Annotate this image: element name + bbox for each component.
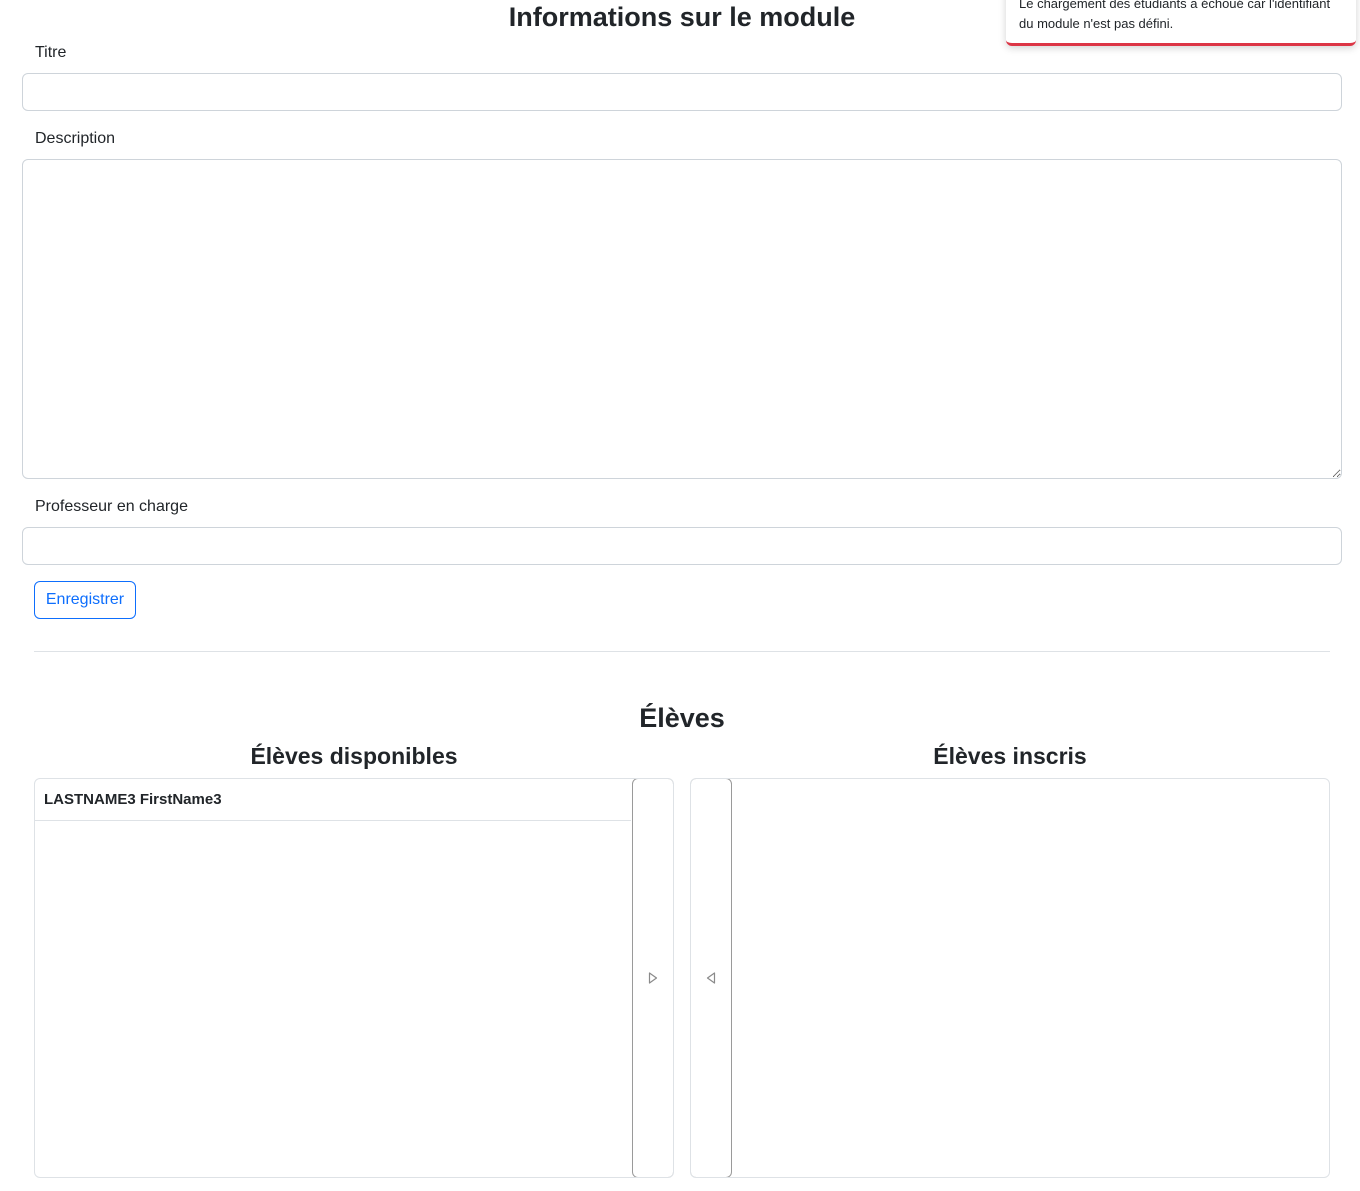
title-input[interactable] [22, 73, 1342, 111]
available-items: LASTNAME3 FirstName3 [35, 779, 631, 821]
available-students-title: Élèves disponibles [250, 743, 458, 769]
available-students-list: LASTNAME3 FirstName3 [34, 778, 674, 1178]
move-right-button[interactable] [632, 779, 673, 1177]
list-item[interactable]: LASTNAME3 FirstName3 [35, 779, 631, 821]
divider [34, 651, 1330, 652]
description-textarea[interactable] [22, 159, 1342, 479]
triangle-right-icon [648, 972, 658, 984]
description-label: Description [35, 130, 116, 147]
page: Informations sur le module Titre Descrip… [0, 0, 1360, 1191]
error-toast: Le chargement des étudiants a échoué car… [1006, 0, 1356, 46]
title-label: Titre [35, 44, 67, 61]
teacher-label: Professeur en charge [35, 498, 188, 515]
save-button[interactable]: Enregistrer [34, 581, 136, 619]
teacher-input[interactable] [22, 527, 1342, 565]
students-section-title: Élèves [639, 703, 725, 733]
toast-message: Le chargement des étudiants a échoué car… [1019, 0, 1331, 31]
triangle-left-icon [706, 972, 716, 984]
enrolled-students-list [690, 778, 1330, 1178]
enrolled-students-title: Élèves inscris [933, 743, 1087, 769]
move-left-button[interactable] [691, 779, 732, 1177]
